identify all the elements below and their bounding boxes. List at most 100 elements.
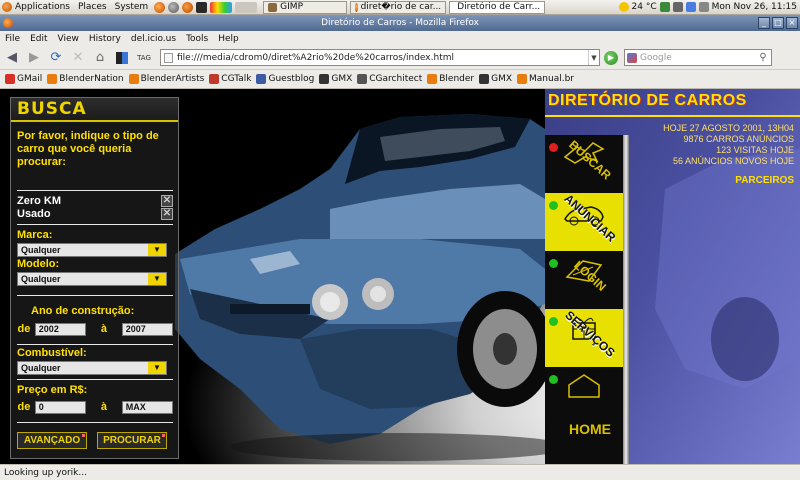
ano-from-input[interactable]: 2002: [34, 322, 87, 336]
minimize-button[interactable]: _: [758, 17, 770, 29]
stat-visits: 123 VISITAS HOJE: [716, 145, 794, 155]
zero-km-checkbox[interactable]: ✕: [161, 194, 173, 207]
maximize-button[interactable]: □: [772, 17, 784, 29]
battery-icon[interactable]: [672, 2, 683, 12]
task-firefox-2[interactable]: Diretório de Carr...: [449, 0, 546, 14]
bookmark-item[interactable]: GMail: [5, 74, 42, 84]
nav-buscar[interactable]: BUSCAR: [545, 135, 623, 193]
nav-anunciar[interactable]: ANUNCIAR: [545, 191, 623, 251]
bookmark-item[interactable]: BlenderArtists: [128, 74, 204, 84]
search-box[interactable]: Google ⚲: [624, 49, 772, 66]
modelo-select[interactable]: Qualquer ▼: [17, 272, 167, 286]
bookmark-favicon-icon: [517, 74, 528, 84]
chevron-down-icon[interactable]: ▼: [148, 362, 166, 374]
divider: [17, 190, 173, 191]
menu-tools[interactable]: Tools: [181, 34, 213, 44]
firefox-launcher-icon[interactable]: [154, 1, 166, 13]
weather-temperature[interactable]: 24 °C: [632, 2, 657, 12]
back-arrow-icon[interactable]: ◀: [2, 48, 22, 68]
applications-menu[interactable]: Applications: [0, 2, 76, 12]
marca-select[interactable]: Qualquer ▼: [17, 243, 167, 257]
show-desktop-icon[interactable]: [235, 1, 258, 13]
bookmark-item[interactable]: GMX: [319, 74, 352, 84]
firefox-window-icon[interactable]: [3, 18, 13, 28]
combustivel-select[interactable]: Qualquer ▼: [17, 361, 167, 375]
task-gimp[interactable]: GIMP: [263, 0, 348, 14]
network-icon[interactable]: [659, 2, 670, 12]
mail-launcher-icon[interactable]: [168, 1, 180, 13]
system-tray: 24 °C Mon Nov 26, 11:15: [618, 2, 800, 12]
nav-home[interactable]: HOME: [545, 367, 623, 464]
search-magnifier-icon[interactable]: ⚲: [755, 52, 771, 63]
bookmark-label: Manual.br: [529, 74, 575, 84]
tag-icon[interactable]: TAG: [134, 48, 154, 68]
go-button[interactable]: ▶: [604, 50, 618, 65]
menu-file[interactable]: File: [0, 34, 25, 44]
status-led-icon: [549, 375, 558, 384]
bookmark-item[interactable]: CGarchitect: [357, 74, 422, 84]
places-menu[interactable]: Places: [76, 2, 113, 12]
menu-help[interactable]: Help: [213, 34, 244, 44]
chevron-down-icon[interactable]: ▼: [148, 244, 166, 256]
updates-icon[interactable]: [685, 2, 696, 12]
parceiros-link[interactable]: PARCEIROS: [735, 175, 794, 186]
bookmark-item[interactable]: CGTalk: [209, 74, 251, 84]
site-nav: BUSCAR ANUNCIAR LOGIN SERVIÇOS HOME: [545, 135, 623, 464]
bookmark-label: GMX: [491, 74, 513, 84]
terminal-launcher-icon[interactable]: [196, 1, 208, 13]
home-icon[interactable]: ⌂: [90, 48, 110, 68]
clock[interactable]: Mon Nov 26, 11:15: [712, 2, 797, 12]
menu-delicious[interactable]: del.icio.us: [126, 34, 181, 44]
bookmark-item[interactable]: BlenderNation: [47, 74, 124, 84]
marca-value: Qualquer: [21, 245, 61, 255]
address-dropdown-icon[interactable]: ▼: [588, 50, 599, 65]
task-label: GIMP: [280, 2, 303, 12]
nav-login[interactable]: LOGIN: [545, 251, 623, 309]
bookmark-label: Guestblog: [268, 74, 315, 84]
preco-range: de 0 à MAX: [17, 400, 174, 414]
blender-launcher-icon[interactable]: [182, 1, 194, 13]
delicious-icon[interactable]: [112, 48, 132, 68]
avancado-button[interactable]: AVANÇADO: [17, 432, 87, 449]
bookmark-favicon-icon: [47, 74, 58, 84]
search-input[interactable]: Google: [640, 53, 672, 63]
nav-servicos[interactable]: SERVIÇOS: [545, 308, 623, 367]
home-sketch-icon: [568, 374, 600, 398]
close-button[interactable]: ×: [786, 17, 798, 29]
task-label: diret�rio de car...: [360, 2, 442, 12]
preco-to-input[interactable]: MAX: [121, 400, 174, 414]
menu-view[interactable]: View: [53, 34, 84, 44]
address-bar[interactable]: file:///media/cdrom0/diret%A2rio%20de%20…: [160, 49, 600, 66]
chevron-down-icon[interactable]: ▼: [148, 273, 166, 285]
menu-history[interactable]: History: [84, 34, 126, 44]
weather-icon[interactable]: [618, 2, 629, 12]
stat-new-ads: 56 ANÚNCIOS NOVOS HOJE: [672, 156, 794, 166]
task-firefox-1[interactable]: diret�rio de car...: [350, 0, 447, 14]
google-icon[interactable]: [627, 52, 637, 63]
window-titlebar[interactable]: Diretório de Carros - Mozilla Firefox _ …: [0, 15, 800, 31]
title-underline: [545, 115, 800, 117]
bookmark-favicon-icon: [5, 74, 15, 84]
ano-to-input[interactable]: 2007: [121, 322, 174, 336]
bookmark-item[interactable]: Blender: [427, 74, 474, 84]
bookmark-item[interactable]: Guestblog: [256, 74, 314, 84]
system-menu[interactable]: System: [113, 2, 155, 12]
gnome-foot-icon: [2, 2, 12, 12]
status-led-icon: [549, 259, 558, 268]
site-title: DIRETÓRIO DE CARROS: [548, 92, 747, 109]
usado-checkbox[interactable]: ✕: [161, 207, 173, 220]
status-text: Looking up yorik...: [4, 467, 87, 478]
address-bar-url[interactable]: file:///media/cdrom0/diret%A2rio%20de%20…: [177, 53, 454, 63]
window-title: Diretório de Carros - Mozilla Firefox: [321, 18, 479, 28]
menu-edit[interactable]: Edit: [25, 34, 52, 44]
reload-icon[interactable]: ⟳: [46, 48, 66, 68]
volume-icon[interactable]: [698, 2, 709, 12]
procurar-button[interactable]: PROCURAR: [97, 432, 167, 449]
task-label: Diretório de Carr...: [457, 2, 541, 12]
forward-arrow-icon[interactable]: ▶: [24, 48, 44, 68]
option-zero-km: Zero KM ✕: [17, 194, 173, 207]
preco-from-input[interactable]: 0: [34, 400, 87, 414]
bookmark-item[interactable]: Manual.br: [517, 74, 574, 84]
stop-icon[interactable]: ✕: [68, 48, 88, 68]
bookmark-item[interactable]: GMX: [479, 74, 512, 84]
